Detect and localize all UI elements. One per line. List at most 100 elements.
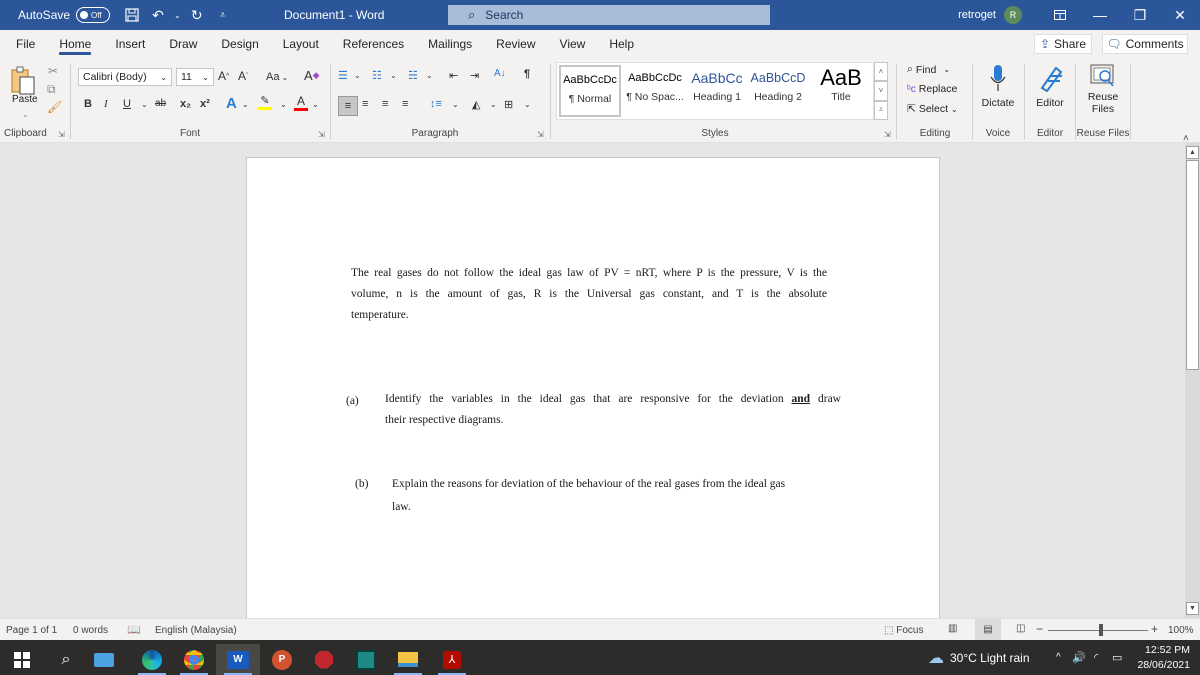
- wifi-icon[interactable]: ◜: [1094, 640, 1098, 675]
- bullets-icon[interactable]: ☰: [338, 69, 348, 82]
- undo-icon[interactable]: ↶: [148, 5, 168, 25]
- redo-icon[interactable]: ↻: [187, 5, 207, 25]
- change-case-button[interactable]: Aa ⌄: [266, 71, 288, 83]
- taskbar-chrome[interactable]: [172, 644, 216, 675]
- tab-file[interactable]: File: [0, 30, 47, 58]
- scroll-up-icon[interactable]: ▲: [1186, 146, 1199, 159]
- word-count[interactable]: 0 words: [73, 625, 108, 636]
- subscript-button[interactable]: x₂: [180, 98, 191, 110]
- bold-button[interactable]: B: [84, 98, 92, 110]
- vertical-scrollbar[interactable]: ▲ ▼: [1185, 143, 1200, 618]
- underline-button[interactable]: U: [123, 98, 131, 110]
- style-normal[interactable]: AaBbCcDc ¶ Normal: [559, 65, 621, 117]
- chevron-down-icon[interactable]: ⌄: [524, 100, 531, 109]
- tab-draw[interactable]: Draw: [157, 30, 209, 58]
- highlight-color-button[interactable]: ✎: [258, 94, 272, 110]
- tab-home[interactable]: Home: [47, 30, 103, 58]
- taskbar-powerpoint[interactable]: P: [260, 644, 304, 675]
- font-name-select[interactable]: Calibri (Body) ⌄: [78, 68, 172, 86]
- restore-icon[interactable]: ❐: [1120, 0, 1160, 30]
- justify-icon[interactable]: ≡: [402, 98, 408, 110]
- page-count[interactable]: Page 1 of 1: [6, 625, 57, 636]
- tab-insert[interactable]: Insert: [103, 30, 157, 58]
- clipboard-launcher-icon[interactable]: ⇲: [58, 130, 65, 139]
- zoom-slider-thumb[interactable]: [1099, 624, 1103, 636]
- share-button[interactable]: ⇪ Share: [1034, 34, 1092, 54]
- font-launcher-icon[interactable]: ⇲: [318, 130, 325, 139]
- taskbar-video-editor[interactable]: [344, 644, 388, 675]
- tab-review[interactable]: Review: [484, 30, 547, 58]
- close-icon[interactable]: ✕: [1160, 0, 1200, 30]
- sort-icon[interactable]: A↓: [494, 68, 506, 79]
- tab-mailings[interactable]: Mailings: [416, 30, 484, 58]
- ribbon-display-icon[interactable]: [1040, 0, 1080, 30]
- dictate-button[interactable]: Dictate: [980, 64, 1016, 109]
- replace-button[interactable]: ᵇc Replace: [907, 83, 957, 95]
- select-button[interactable]: ⇱ Select ⌄: [907, 103, 958, 115]
- multilevel-list-icon[interactable]: ☵: [408, 69, 418, 82]
- borders-icon[interactable]: ⊞: [504, 98, 513, 111]
- paragraph-launcher-icon[interactable]: ⇲: [537, 130, 544, 139]
- shrink-font-icon[interactable]: Aˇ: [238, 69, 248, 83]
- paste-icon[interactable]: [10, 66, 36, 96]
- taskbar-app-red[interactable]: [302, 644, 346, 675]
- customize-qat-icon[interactable]: ⩡: [213, 5, 233, 25]
- zoom-in-button[interactable]: +: [1151, 622, 1158, 636]
- chevron-down-icon[interactable]: ⌄: [280, 100, 287, 109]
- superscript-button[interactable]: x²: [200, 98, 210, 110]
- minimize-icon[interactable]: —: [1080, 0, 1120, 30]
- tab-references[interactable]: References: [331, 30, 416, 58]
- battery-icon[interactable]: ▭: [1112, 640, 1122, 675]
- clock[interactable]: 12:52 PM 28/06/2021: [1137, 643, 1190, 673]
- weather-widget[interactable]: ☁ 30°C Light rain: [928, 640, 1030, 675]
- document-page[interactable]: [246, 157, 940, 618]
- style-no-spacing[interactable]: AaBbCcDc ¶ No Spac...: [623, 65, 687, 117]
- grow-font-icon[interactable]: A ^: [218, 69, 229, 83]
- scroll-down-icon[interactable]: ▼: [1186, 602, 1199, 615]
- language[interactable]: English (Malaysia): [155, 625, 237, 636]
- styles-scroll-up-icon[interactable]: ˄: [874, 62, 888, 82]
- comments-button[interactable]: 🗨 Comments: [1102, 34, 1188, 54]
- paste-button[interactable]: Paste: [12, 94, 38, 105]
- font-color-button[interactable]: A: [294, 94, 308, 111]
- clear-formatting-icon[interactable]: A ◆: [304, 68, 320, 83]
- style-heading-2[interactable]: AaBbCcD Heading 2: [749, 65, 807, 117]
- web-layout-icon[interactable]: ◫: [1016, 623, 1025, 634]
- reuse-files-button[interactable]: Reuse Files: [1080, 64, 1126, 115]
- decrease-indent-icon[interactable]: ⇤: [449, 69, 458, 82]
- line-spacing-icon[interactable]: ↕≡: [430, 98, 442, 110]
- styles-launcher-icon[interactable]: ⇲: [884, 130, 891, 139]
- align-center-icon[interactable]: ≡: [362, 98, 368, 110]
- read-mode-icon[interactable]: ▥: [948, 623, 957, 634]
- autosave-toggle[interactable]: Off: [76, 7, 111, 23]
- chevron-down-icon[interactable]: ⌄: [312, 100, 319, 109]
- underline-dropdown-icon[interactable]: ⌄: [141, 100, 148, 109]
- undo-dropdown-icon[interactable]: ⌄: [174, 11, 181, 20]
- zoom-out-button[interactable]: −: [1036, 622, 1043, 636]
- cut-icon[interactable]: ✂: [48, 64, 58, 78]
- align-right-icon[interactable]: ≡: [382, 98, 388, 110]
- style-heading-1[interactable]: AaBbCc Heading 1: [689, 65, 745, 117]
- find-button[interactable]: ⌕ Find ⌄: [907, 63, 950, 76]
- print-layout-icon[interactable]: ▤: [975, 619, 1001, 640]
- increase-indent-icon[interactable]: ⇥: [470, 69, 479, 82]
- taskbar-acrobat[interactable]: ⅄: [430, 644, 474, 675]
- chevron-down-icon[interactable]: ⌄: [354, 71, 361, 80]
- taskbar-file-explorer[interactable]: [386, 644, 430, 675]
- taskbar-word[interactable]: W: [216, 644, 260, 675]
- strikethrough-button[interactable]: ab: [155, 98, 166, 109]
- align-left-icon[interactable]: ≡: [338, 96, 358, 116]
- styles-scroll-down-icon[interactable]: ˅: [874, 81, 888, 101]
- editor-button[interactable]: Editor: [1030, 64, 1070, 109]
- show-hidden-icons[interactable]: ^: [1056, 640, 1061, 675]
- scroll-thumb[interactable]: [1186, 160, 1199, 370]
- focus-button[interactable]: ⬚ Focus: [884, 625, 923, 636]
- proofing-icon[interactable]: 📖: [127, 623, 141, 636]
- taskbar-news[interactable]: [82, 644, 126, 675]
- format-painter-icon[interactable]: 🖌: [47, 100, 62, 114]
- tab-design[interactable]: Design: [209, 30, 270, 58]
- tab-layout[interactable]: Layout: [271, 30, 331, 58]
- start-button[interactable]: [0, 644, 44, 675]
- italic-button[interactable]: I: [104, 98, 108, 110]
- font-size-select[interactable]: 11 ⌄: [176, 68, 214, 86]
